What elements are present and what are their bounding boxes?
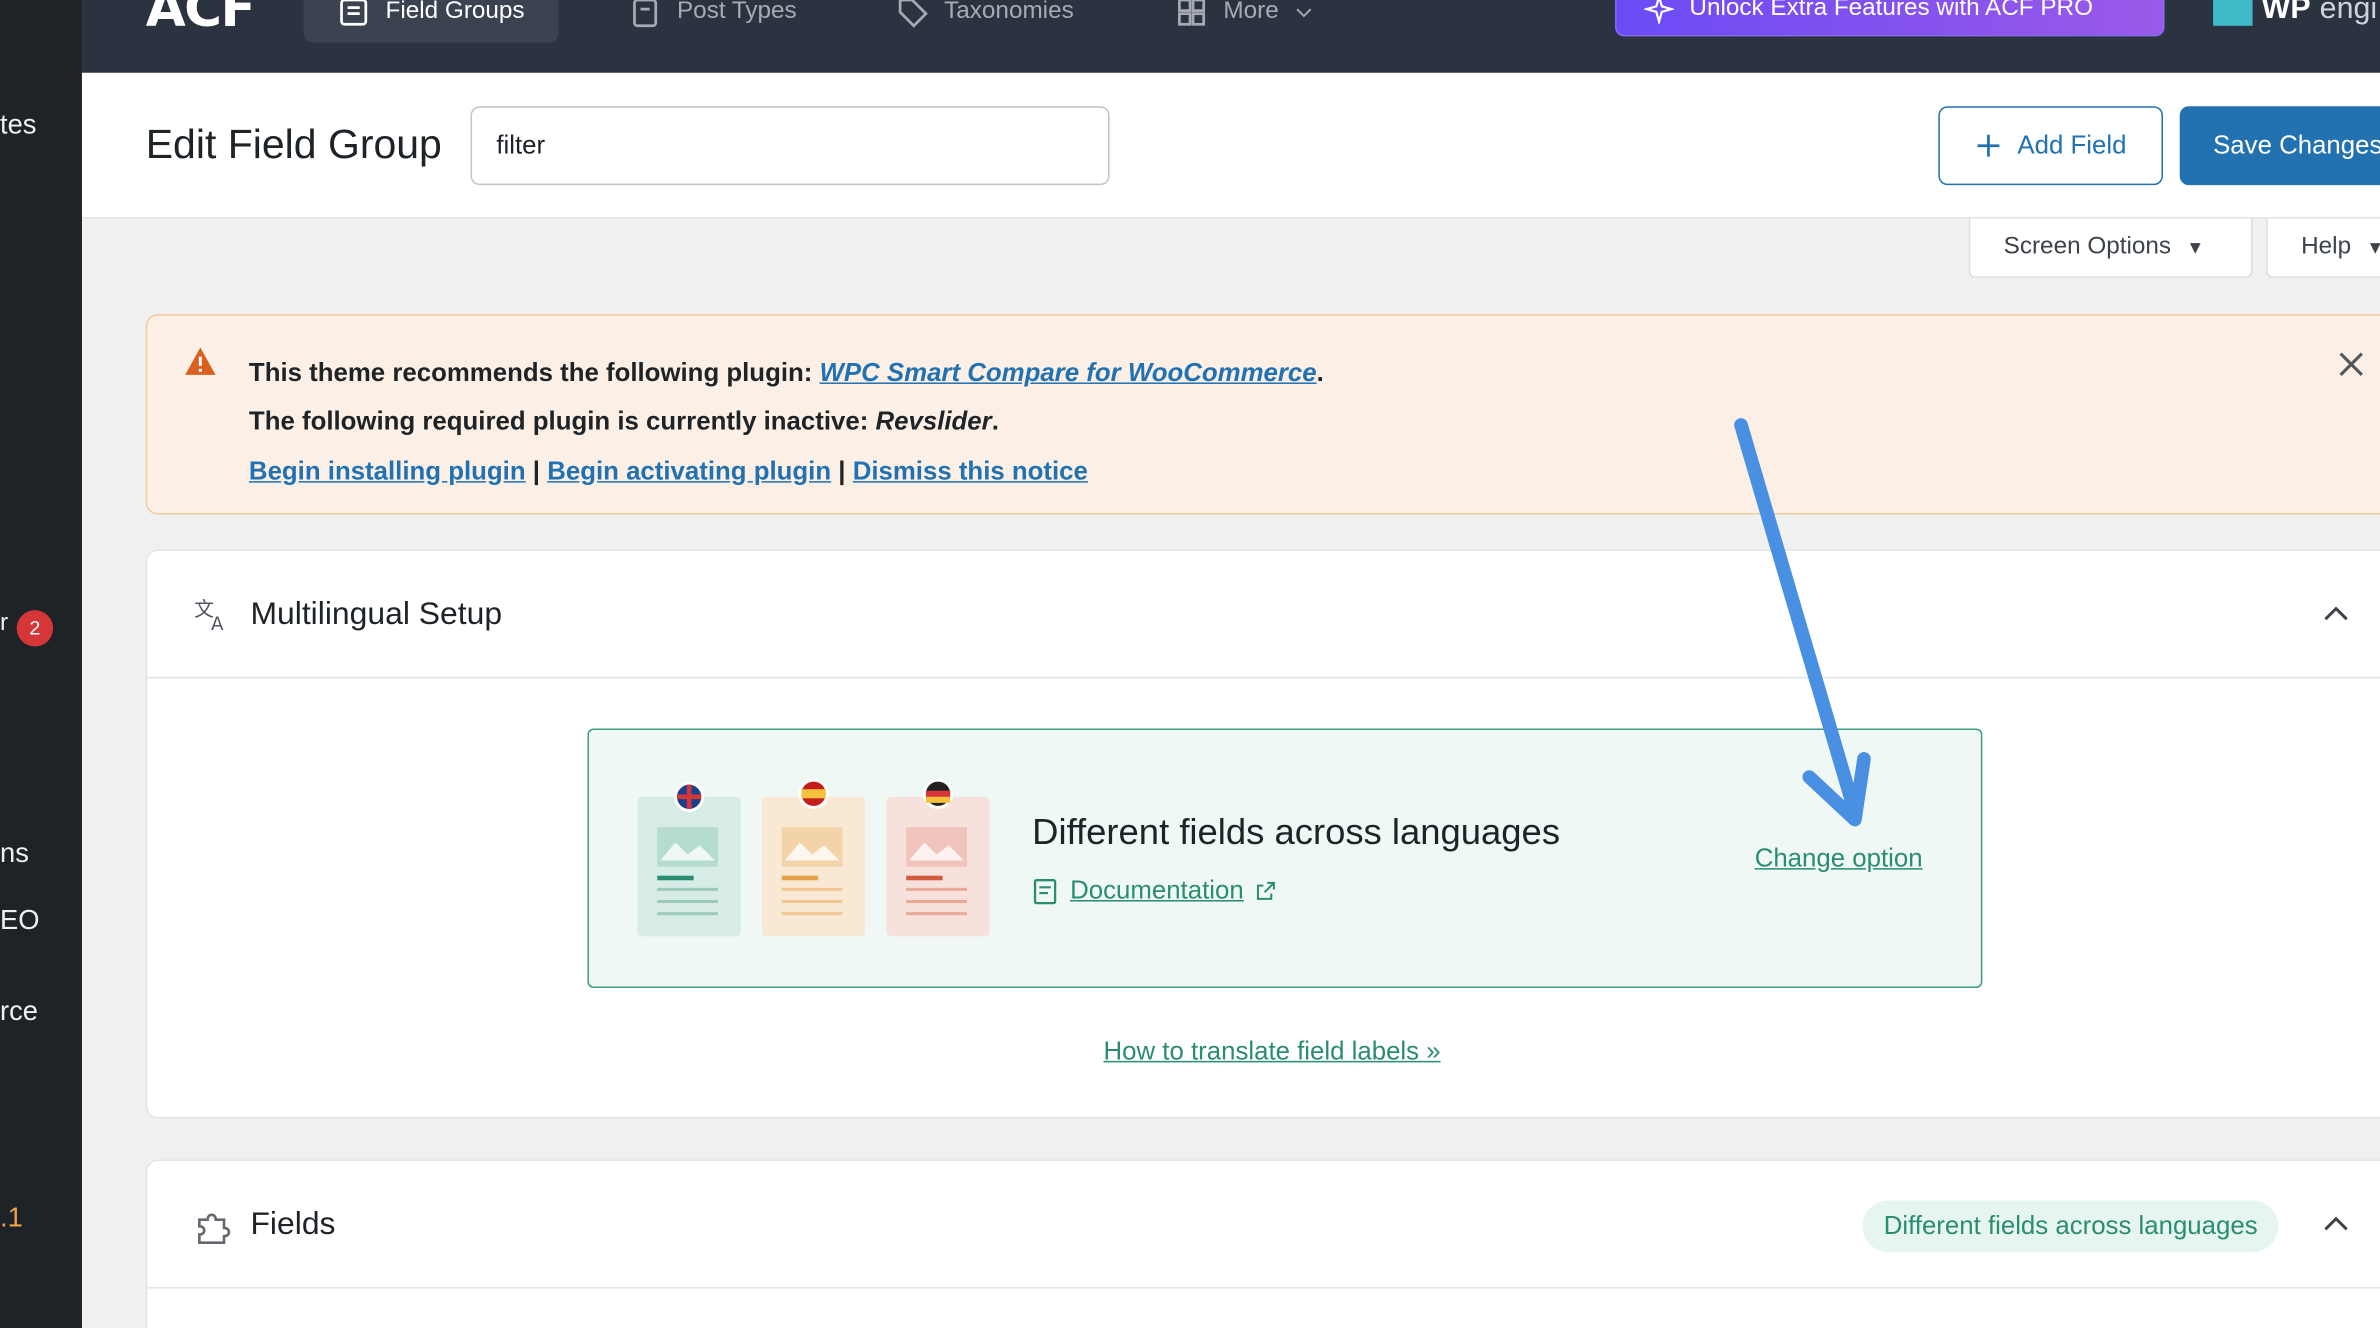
caret-down-icon: ▼: [2366, 237, 2380, 258]
begin-installing-link[interactable]: Begin installing plugin: [249, 457, 526, 486]
multilingual-panel: 文A Multilingual Setup Different fields a…: [145, 549, 2380, 1119]
inactive-plugin-name: Revslider: [875, 406, 992, 436]
tab-label: Taxonomies: [944, 0, 1074, 25]
brand-text: WP: [2261, 0, 2311, 26]
separator: |: [532, 456, 541, 486]
document-icon: [633, 0, 658, 28]
list-icon: [340, 0, 368, 26]
notice-line-inactive: The following required plugin is current…: [249, 407, 999, 437]
close-icon[interactable]: [2336, 349, 2366, 379]
sidebar-fragment: .1: [0, 1202, 23, 1233]
wpengine-mark-icon: [2213, 0, 2253, 26]
update-count-badge: 2: [16, 610, 54, 647]
wp-admin-sidebar: tes r 2 ns EO rce .1: [0, 0, 82, 1328]
add-field-button[interactable]: Add Field: [1938, 106, 2164, 186]
plugin-notice: This theme recommends the following plug…: [145, 314, 2380, 515]
help-label: Help: [2301, 233, 2352, 260]
tab-field-groups[interactable]: Field Groups: [303, 0, 558, 43]
language-cards-illustration: [637, 778, 990, 937]
grid-icon: [1178, 0, 1206, 26]
screen-options-label: Screen Options: [2003, 233, 2172, 260]
notice-line-recommend: This theme recommends the following plug…: [249, 358, 1324, 388]
change-option-link[interactable]: Change option: [1755, 844, 1923, 874]
external-link-icon: [1257, 881, 1276, 900]
unlock-pro-button[interactable]: Unlock Extra Features with ACF PRO: [1615, 0, 2165, 37]
chevron-down-icon: [1297, 8, 1313, 18]
tab-post-types[interactable]: Post Types: [595, 0, 830, 42]
sidebar-fragment[interactable]: tes: [0, 109, 36, 141]
translate-icon: 文A: [194, 598, 224, 633]
wpengine-logo[interactable]: WP engi: [2213, 0, 2377, 36]
panel-title: Fields: [250, 1206, 336, 1242]
tab-taxonomies[interactable]: Taxonomies: [862, 0, 1107, 42]
tab-label: Field Groups: [385, 0, 525, 25]
begin-activating-link[interactable]: Begin activating plugin: [547, 457, 831, 486]
warning-icon: [185, 347, 216, 375]
panel-title: Multilingual Setup: [250, 596, 503, 632]
sidebar-fragment-arrow: r: [0, 610, 9, 636]
acf-top-nav: ACF Field Groups Post Types Taxonomies M…: [81, 0, 2380, 73]
translation-mode-badge: Different fields across languages: [1862, 1200, 2279, 1253]
sparkle-icon: [1643, 0, 1675, 25]
screen-options-button[interactable]: Screen Options ▼: [1968, 218, 2253, 278]
tab-label: Post Types: [676, 0, 797, 25]
notice-punct: .: [1316, 358, 1324, 388]
sidebar-fragment[interactable]: rce: [0, 996, 38, 1028]
unlock-label: Unlock Extra Features with ACF PRO: [1689, 0, 2093, 22]
plus-icon: [1977, 134, 2000, 157]
brand-suffix: engi: [2319, 0, 2378, 26]
acf-logo[interactable]: ACF: [146, 0, 256, 39]
svg-text:A: A: [211, 614, 224, 633]
recommended-plugin-link[interactable]: WPC Smart Compare for WooCommerce: [820, 358, 1317, 387]
notice-text: This theme recommends the following plug…: [248, 358, 813, 388]
panel-header[interactable]: 文A Multilingual Setup: [147, 551, 2380, 679]
tab-label: More: [1223, 0, 1279, 25]
tag-icon: [898, 0, 928, 28]
notice-actions: Begin installing plugin | Begin activati…: [249, 457, 1088, 487]
help-button[interactable]: Help ▼: [2266, 218, 2380, 278]
fields-panel: Fields Different fields across languages: [145, 1159, 2380, 1328]
page-header: Edit Field Group Add Field Save Changes: [81, 72, 2380, 219]
save-changes-button[interactable]: Save Changes: [2179, 106, 2380, 186]
sidebar-fragment[interactable]: EO: [0, 905, 39, 937]
chevron-up-icon[interactable]: [2321, 1210, 2351, 1240]
separator: |: [838, 456, 846, 486]
sidebar-fragment[interactable]: ns: [0, 838, 29, 870]
caret-down-icon: ▼: [2186, 236, 2205, 259]
notice-text: The following required plugin is current…: [248, 406, 869, 436]
language-option-card: Different fields across languages Docume…: [587, 728, 1983, 989]
field-group-title-input[interactable]: [470, 106, 1110, 186]
add-field-label: Add Field: [2017, 130, 2127, 160]
puzzle-icon: [198, 1213, 231, 1245]
tab-more[interactable]: More: [1141, 0, 1348, 42]
chevron-up-icon[interactable]: [2321, 599, 2351, 629]
option-title: Different fields across languages: [1032, 811, 1561, 853]
dismiss-notice-link[interactable]: Dismiss this notice: [853, 457, 1088, 486]
panel-header[interactable]: Fields Different fields across languages: [147, 1161, 2380, 1289]
page-title: Edit Field Group: [145, 121, 442, 167]
translate-labels-link[interactable]: How to translate field labels »: [1104, 1037, 1441, 1067]
documentation-label: Documentation: [1070, 875, 1244, 905]
notice-punct: .: [991, 406, 999, 436]
documentation-link[interactable]: Documentation: [1032, 876, 1277, 906]
document-icon: [1033, 878, 1057, 904]
